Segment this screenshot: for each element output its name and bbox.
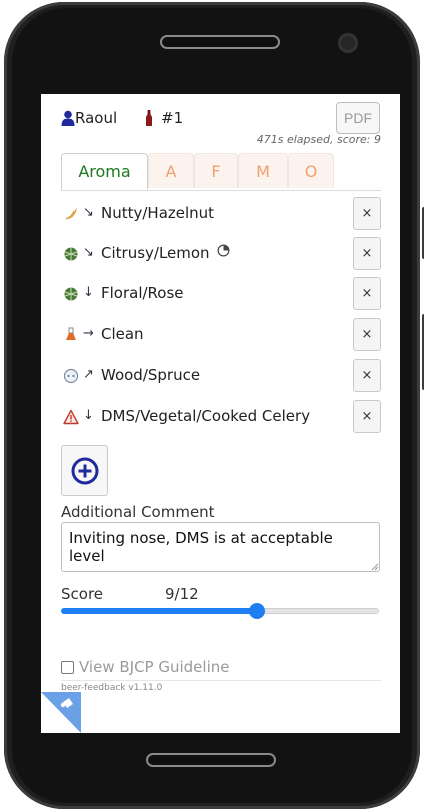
descriptor-row: ↓ DMS/Vegetal/Cooked Celery × [61, 400, 381, 441]
slider-thumb[interactable] [249, 603, 265, 619]
beer-number: #1 [161, 109, 184, 127]
descriptor-label: DMS/Vegetal/Cooked Celery [101, 407, 311, 425]
descriptor-label: Clean [101, 325, 144, 343]
clock-icon [217, 244, 230, 257]
hazelnut-icon [65, 208, 77, 220]
descriptor-row: ↘ Citrusy/Lemon × [61, 237, 381, 278]
descriptor-row: ↓ Floral/Rose × [61, 277, 381, 318]
tab-appearance[interactable]: A [148, 153, 194, 188]
descriptor-row: ↘ Nutty/Hazelnut × [61, 197, 381, 238]
guideline-toggle[interactable]: View BJCP Guideline [61, 658, 229, 676]
tab-overall[interactable]: O [288, 153, 334, 188]
footer-divider [61, 680, 381, 681]
descriptor-text: Citrusy/Lemon [101, 244, 210, 262]
earpiece-speaker [160, 35, 280, 49]
tab-aroma[interactable]: Aroma [61, 153, 148, 190]
trend-arrow: ↗ [83, 367, 94, 382]
hops-icon [64, 247, 78, 261]
score-value: 9/12 [165, 585, 199, 603]
remove-button[interactable]: × [353, 277, 381, 310]
slider-fill [61, 608, 257, 614]
flask-icon [66, 327, 76, 340]
add-descriptor-button[interactable] [61, 445, 108, 496]
descriptor-row: ↗ Wood/Spruce × [61, 359, 381, 400]
trend-arrow: ↘ [83, 205, 94, 220]
pdf-button[interactable]: PDF [336, 102, 380, 134]
score-slider[interactable] [61, 603, 381, 619]
resize-handle-icon[interactable] [371, 563, 379, 571]
trend-arrow: ↘ [83, 245, 94, 260]
guideline-label: View BJCP Guideline [79, 658, 230, 676]
user-name: Raoul [75, 109, 118, 127]
bottom-speaker [146, 753, 276, 767]
beer-bottle-icon [146, 110, 152, 126]
remove-button[interactable]: × [353, 318, 381, 351]
descriptor-row: → Clean × [61, 318, 381, 359]
tab-bar: Aroma A F M O [61, 153, 381, 191]
hops-icon [64, 287, 78, 301]
user-icon [61, 110, 75, 126]
plus-circle-icon [71, 457, 98, 484]
tab-flavor[interactable]: F [194, 153, 238, 188]
remove-button[interactable]: × [353, 400, 381, 433]
remove-button[interactable]: × [353, 237, 381, 270]
descriptor-label: Floral/Rose [101, 284, 184, 302]
trend-arrow: ↓ [83, 408, 94, 423]
phone-frame: Raoul #1 PDF 471s elapsed, score: 9 Arom… [4, 2, 424, 809]
app-screen: Raoul #1 PDF 471s elapsed, score: 9 Arom… [41, 94, 400, 733]
comment-label: Additional Comment [61, 503, 215, 521]
comment-textarea[interactable]: Inviting nose, DMS is at acceptable leve… [61, 522, 380, 572]
guideline-checkbox[interactable] [61, 660, 74, 674]
front-camera [338, 33, 358, 53]
elapsed-status: 471s elapsed, score: 9 [256, 133, 381, 146]
beer-info: #1 [145, 109, 183, 127]
descriptor-label: Nutty/Hazelnut [101, 204, 215, 222]
corner-badge[interactable] [41, 692, 81, 733]
descriptor-label: Citrusy/Lemon [101, 244, 230, 262]
user-info: Raoul [61, 109, 117, 127]
descriptor-label: Wood/Spruce [101, 366, 201, 384]
tab-mouthfeel[interactable]: M [238, 153, 288, 188]
remove-button[interactable]: × [353, 359, 381, 392]
warning-icon [63, 409, 79, 425]
trend-arrow: ↓ [83, 285, 94, 300]
remove-button[interactable]: × [353, 197, 381, 230]
score-label: Score [61, 585, 104, 603]
trend-arrow: → [83, 326, 94, 341]
wood-icon [63, 368, 79, 384]
header: Raoul #1 PDF [61, 102, 381, 136]
